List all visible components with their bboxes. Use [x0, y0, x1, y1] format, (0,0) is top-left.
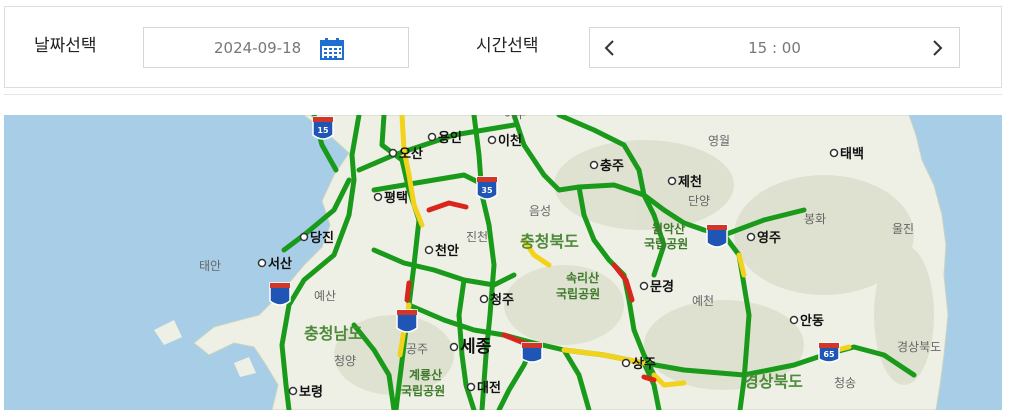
place-label: 음성 — [529, 204, 551, 218]
city-label: 오산 — [399, 146, 423, 162]
place-label: 청양 — [334, 354, 356, 368]
place-label: 봉화 — [804, 212, 826, 226]
time-value: 15 : 00 — [748, 39, 801, 57]
city-label: 용인 — [438, 130, 462, 146]
city-label: 세종 — [460, 337, 492, 357]
city-label: 태백 — [840, 147, 864, 162]
place-label: 태안 — [199, 259, 221, 273]
park-label: 국립공원 — [556, 287, 600, 301]
highway-shield — [396, 309, 418, 333]
city-label: 청주 — [490, 292, 514, 308]
chevron-right-icon[interactable] — [925, 36, 949, 60]
date-picker-input[interactable]: 2024-09-18 — [143, 27, 409, 68]
svg-text:35: 35 — [481, 186, 493, 195]
place-label: 경상북도 — [897, 340, 941, 354]
park-label: 국립공원 — [644, 237, 688, 251]
park-label: 월악산 — [652, 221, 685, 236]
city-label: 충주 — [600, 158, 624, 174]
traffic-map[interactable]: 15 35 65 오산 용인 이천 평택 충주 제천 태백 당진 천안 영주 서… — [4, 115, 1002, 410]
city-label: 제천 — [678, 175, 702, 190]
traffic-controls-panel: 날짜선택 2024-09-18 시간선택 15 : 00 — [4, 6, 1002, 88]
highway-shield — [521, 342, 543, 363]
province-label: 충청북도 — [520, 232, 579, 251]
date-value: 2024-09-18 — [214, 39, 302, 57]
park-label: 속리산 — [566, 270, 599, 285]
highway-shield — [706, 224, 728, 248]
place-label: 영월 — [708, 134, 730, 148]
place-label: 단양 — [688, 194, 710, 208]
city-label: 상주 — [632, 357, 656, 372]
svg-text:65: 65 — [823, 350, 835, 359]
calendar-icon[interactable] — [320, 38, 344, 60]
highway-shield: 35 — [476, 176, 498, 200]
place-label: 예천 — [692, 293, 714, 308]
city-label: 서산 — [268, 256, 292, 272]
city-label: 이천 — [498, 133, 522, 149]
province-label: 경상북도 — [744, 372, 803, 391]
city-label: 안동 — [800, 313, 824, 329]
place-label: 청송 — [834, 376, 856, 390]
city-label: 천안 — [435, 243, 459, 259]
place-label: 공주 — [406, 342, 428, 356]
city-label: 문경 — [650, 279, 674, 295]
park-label: 계룡산 — [409, 367, 442, 382]
place-label: 진천 — [466, 229, 488, 244]
highway-shield: 65 — [818, 342, 840, 363]
park-label: 국립공원 — [401, 384, 445, 398]
city-label: 대전 — [477, 380, 501, 396]
place-label: 울진 — [892, 222, 914, 236]
place-label: 여주 — [504, 115, 526, 121]
province-label: 충청남도 — [304, 324, 363, 343]
highway-shield — [269, 282, 291, 306]
svg-text:15: 15 — [317, 126, 329, 135]
city-label: 보령 — [299, 385, 323, 400]
time-picker[interactable]: 15 : 00 — [589, 27, 960, 68]
date-select-label: 날짜선택 — [34, 36, 97, 56]
city-label: 영주 — [757, 231, 781, 246]
divider — [4, 94, 1002, 95]
city-label: 당진 — [310, 230, 334, 246]
place-label: 예산 — [314, 289, 336, 303]
highway-shield: 15 — [312, 116, 334, 140]
time-select-label: 시간선택 — [476, 36, 539, 56]
city-label: 평택 — [384, 190, 408, 206]
